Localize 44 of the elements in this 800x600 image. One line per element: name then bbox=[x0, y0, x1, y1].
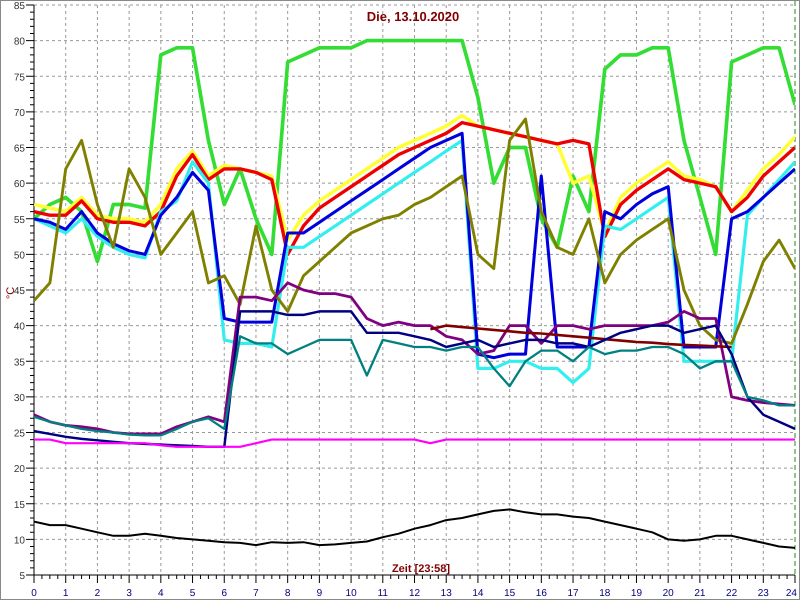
chart-title: Die, 13.10.2020 bbox=[366, 9, 460, 24]
y-tick-label: 30 bbox=[14, 392, 25, 404]
y-tick-label: 25 bbox=[14, 428, 25, 440]
x-tick-label: 9 bbox=[316, 588, 322, 599]
x-tick-label: 1 bbox=[62, 588, 68, 599]
y-tick-label: 85 bbox=[14, 1, 25, 12]
x-tick-label: 5 bbox=[190, 588, 196, 599]
y-tick-label: 15 bbox=[14, 500, 25, 511]
x-tick-label: 7 bbox=[253, 588, 259, 599]
x-tick-label: 0 bbox=[31, 588, 37, 599]
x-tick-label: 19 bbox=[630, 588, 642, 599]
y-tick-label: 50 bbox=[14, 250, 25, 262]
x-tick-label: 15 bbox=[504, 588, 516, 599]
y-tick-label: 35 bbox=[14, 357, 25, 368]
x-axis-label: Zeit [23:58] bbox=[392, 563, 450, 575]
y-tick-label: 20 bbox=[14, 464, 25, 476]
x-tick-label: 18 bbox=[599, 588, 610, 599]
x-tick-label: 8 bbox=[284, 588, 290, 599]
y-tick-label: 5 bbox=[19, 571, 25, 582]
x-tick-label: 6 bbox=[221, 588, 228, 599]
x-tick-label: 10 bbox=[346, 588, 357, 599]
y-tick-label: 75 bbox=[14, 72, 25, 84]
y-tick-label: 60 bbox=[14, 179, 25, 190]
x-tick-label: 16 bbox=[536, 588, 547, 599]
y-tick-label: 45 bbox=[14, 286, 25, 297]
y-tick-label: 65 bbox=[14, 144, 25, 154]
x-tick-label: 23 bbox=[758, 588, 769, 599]
y-tick-label: 10 bbox=[14, 535, 25, 546]
x-tick-label: 11 bbox=[378, 588, 388, 599]
x-tick-label: 24 bbox=[786, 588, 797, 599]
x-tick-label: 3 bbox=[126, 588, 132, 599]
y-tick-label: 40 bbox=[14, 322, 25, 333]
x-tick-label: 13 bbox=[440, 588, 452, 599]
x-tick-label: 17 bbox=[567, 588, 579, 599]
x-tick-label: 2 bbox=[94, 588, 100, 599]
x-tick-label: 20 bbox=[662, 588, 674, 599]
y-tick-label: 80 bbox=[14, 36, 25, 48]
x-tick-label: 22 bbox=[726, 588, 738, 599]
x-tick-label: 14 bbox=[472, 588, 484, 599]
x-tick-label: 12 bbox=[408, 588, 420, 599]
x-tick-label: 21 bbox=[694, 588, 706, 599]
y-tick-label: 70 bbox=[14, 108, 25, 119]
y-tick-label: 55 bbox=[14, 214, 25, 226]
x-tick-label: 4 bbox=[158, 588, 164, 599]
